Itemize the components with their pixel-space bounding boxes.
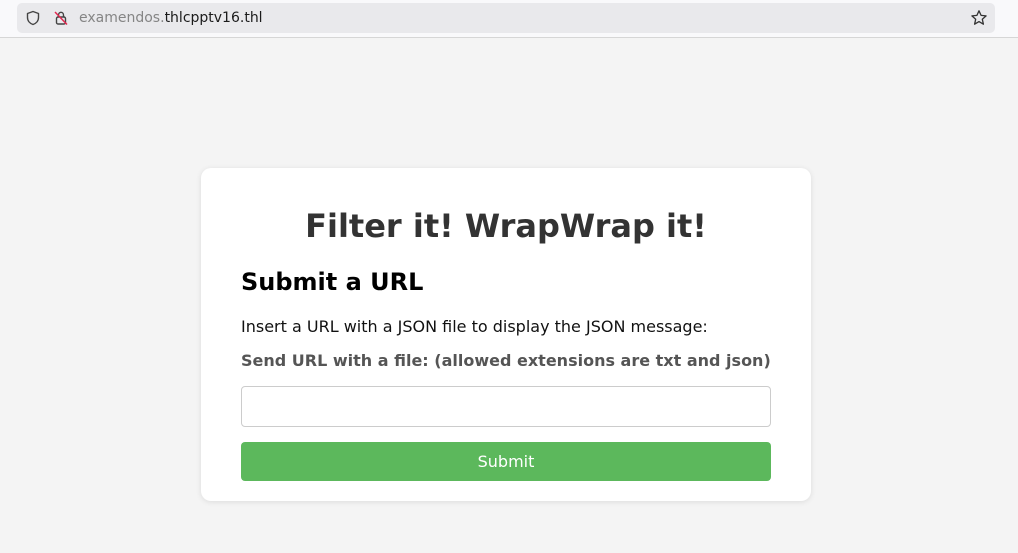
form-description: Insert a URL with a JSON file to display… xyxy=(241,317,708,336)
form-card: Filter it! WrapWrap it! Submit a URL Ins… xyxy=(201,168,811,501)
url-text[interactable]: examendos.thlcpptv16.thl xyxy=(79,9,263,27)
url-input[interactable] xyxy=(241,386,771,427)
shield-icon[interactable] xyxy=(25,10,41,26)
url-field-label: Send URL with a file: (allowed extension… xyxy=(241,351,771,370)
submit-button[interactable]: Submit xyxy=(241,442,771,481)
url-subdomain: examendos. xyxy=(79,10,165,26)
section-heading: Submit a URL xyxy=(241,268,424,296)
page-title: Filter it! WrapWrap it! xyxy=(305,207,707,245)
url-domain: thlcpptv16.thl xyxy=(164,10,263,26)
browser-toolbar: examendos.thlcpptv16.thl xyxy=(0,0,1018,38)
star-icon[interactable] xyxy=(970,9,988,27)
lock-slash-icon[interactable] xyxy=(53,10,69,26)
